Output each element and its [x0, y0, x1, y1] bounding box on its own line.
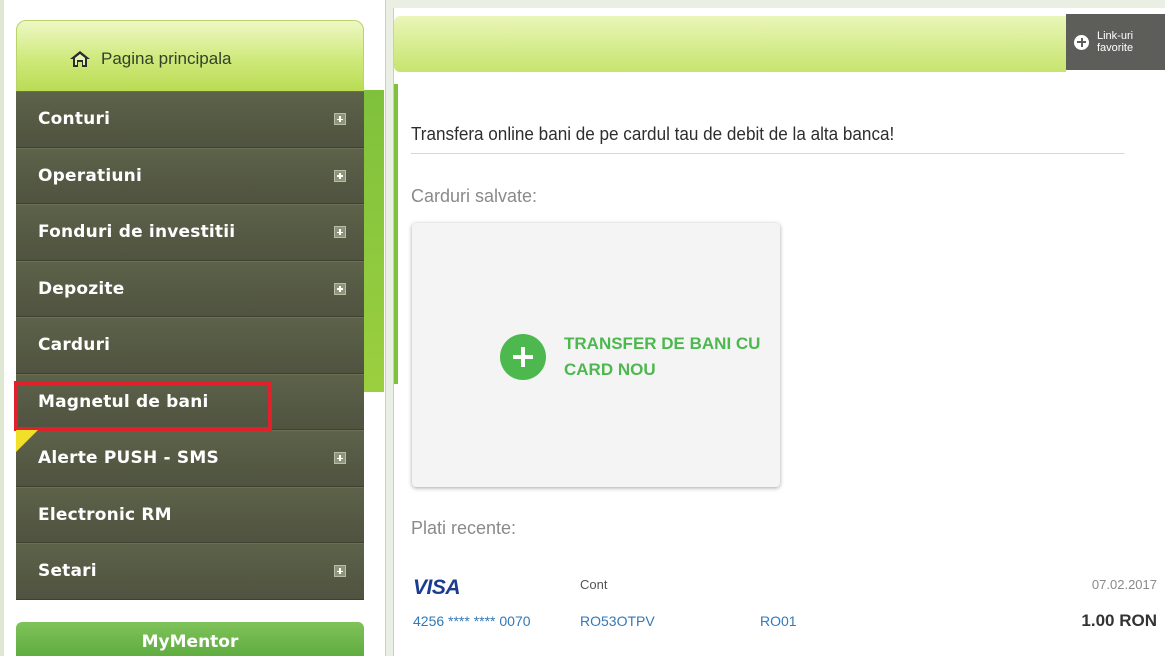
favorites-label: Link-uri favorite: [1097, 30, 1134, 54]
sidebar-item-magnetul-de-bani[interactable]: Magnetul de bani: [16, 373, 364, 430]
new-badge-corner: [16, 430, 38, 452]
sidebar-item-fonduri[interactable]: Fonduri de investitii: [16, 204, 364, 261]
sidebar-item-electronic-rm[interactable]: Electronic RM: [16, 486, 364, 543]
sidebar-item-depozite[interactable]: Depozite: [16, 260, 364, 317]
expand-icon[interactable]: [334, 169, 346, 182]
sidebar-item-conturi[interactable]: Conturi: [16, 91, 364, 148]
expand-icon[interactable]: [334, 226, 346, 239]
sidebar-item-operatiuni[interactable]: Operatiuni: [16, 147, 364, 204]
sidebar-item-label: Operatiuni: [38, 165, 142, 186]
sidebar-item-label: Depozite: [38, 278, 125, 299]
sidebar-item-setari[interactable]: Setari: [16, 543, 364, 600]
expand-icon[interactable]: [334, 282, 346, 295]
expand-icon[interactable]: [334, 113, 346, 126]
card-number-link[interactable]: 4256 **** **** 0070: [413, 613, 531, 629]
sidebar-item-label: Setari: [38, 561, 97, 582]
sidebar-item-label: Carduri: [38, 335, 111, 356]
payment-amount: 1.00 RON: [1081, 611, 1157, 630]
mymentor-button[interactable]: MyMentor: [16, 622, 364, 656]
add-circle-icon: [1074, 34, 1089, 50]
sidebar-item-label: Conturi: [38, 109, 111, 130]
plus-circle-icon: [500, 334, 546, 380]
home-icon: [70, 51, 90, 67]
add-new-card-tile[interactable]: TRANSFER DE BANI CU CARD NOU: [412, 223, 780, 487]
sidebar-item-label: Fonduri de investitii: [38, 222, 236, 243]
payment-date: 07.02.2017: [1091, 577, 1157, 592]
top-bar: [394, 16, 1066, 72]
sidebar-item-carduri[interactable]: Carduri: [16, 317, 364, 374]
sidebar-menu: Conturi Operatiuni Fonduri de investitii…: [16, 91, 364, 600]
sidebar-item-label: Alerte PUSH - SMS: [38, 448, 219, 469]
page-title: Transfera online bani de pe cardul tau d…: [411, 124, 1125, 154]
expand-icon[interactable]: [334, 452, 346, 465]
main-content: Link-uri favorite Transfera online bani …: [393, 8, 1165, 656]
sidebar-item-label: Magnetul de bani: [38, 391, 209, 412]
left-column: Pagina principala Conturi Operatiuni Fon…: [0, 0, 386, 656]
account-column-header: Cont: [580, 577, 608, 592]
home-button[interactable]: Pagina principala: [16, 20, 364, 92]
sidebar-item-label: Electronic RM: [38, 504, 172, 525]
add-card-label: TRANSFER DE BANI CU CARD NOU: [564, 334, 761, 379]
expand-icon[interactable]: [334, 565, 346, 578]
favorites-link[interactable]: Link-uri favorite: [1066, 14, 1165, 70]
mymentor-label: MyMentor: [141, 632, 239, 652]
sidebar-item-alerte[interactable]: Alerte PUSH - SMS: [16, 430, 364, 487]
sidebar-accent-strip: [364, 90, 384, 392]
content-accent-strip: [394, 84, 398, 384]
home-button-content: Pagina principala: [69, 49, 231, 69]
recent-payments-heading: Plati recente:: [411, 518, 517, 538]
home-label: Pagina principala: [101, 49, 232, 68]
visa-logo: VISA: [413, 576, 461, 599]
to-account-link[interactable]: RO01: [760, 613, 797, 629]
saved-cards-heading: Carduri salvate:: [411, 186, 538, 206]
from-account-link[interactable]: RO53OTPV: [580, 613, 655, 629]
